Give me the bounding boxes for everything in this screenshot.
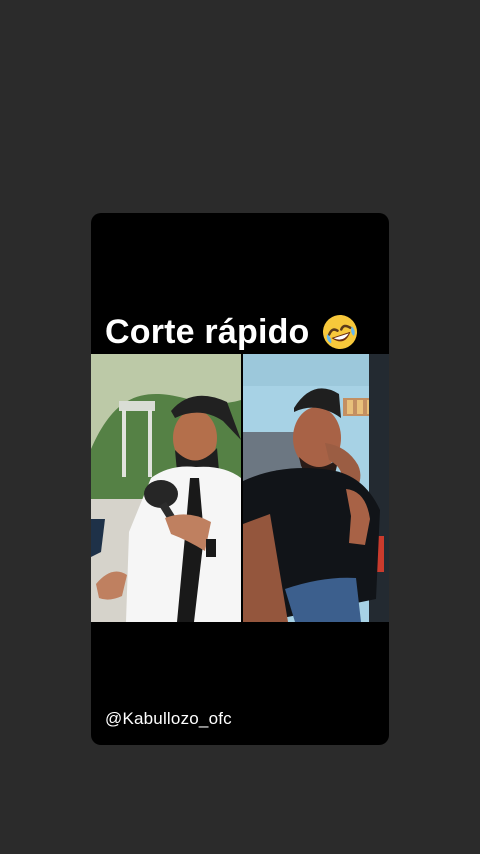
caption-text: Corte rápido	[105, 312, 310, 351]
rolling-laughing-emoji-icon	[320, 312, 360, 352]
left-video-panel[interactable]	[91, 354, 241, 622]
caption-row: Corte rápido	[105, 311, 360, 353]
post-card[interactable]: Corte rápido @Kabullozo_ofc	[91, 213, 389, 745]
video-split[interactable]	[91, 354, 389, 622]
username-label[interactable]: @Kabullozo_ofc	[105, 709, 232, 729]
right-video-panel[interactable]	[243, 354, 389, 622]
story-screen: Corte rápido @Kabullozo_ofc	[0, 0, 480, 854]
